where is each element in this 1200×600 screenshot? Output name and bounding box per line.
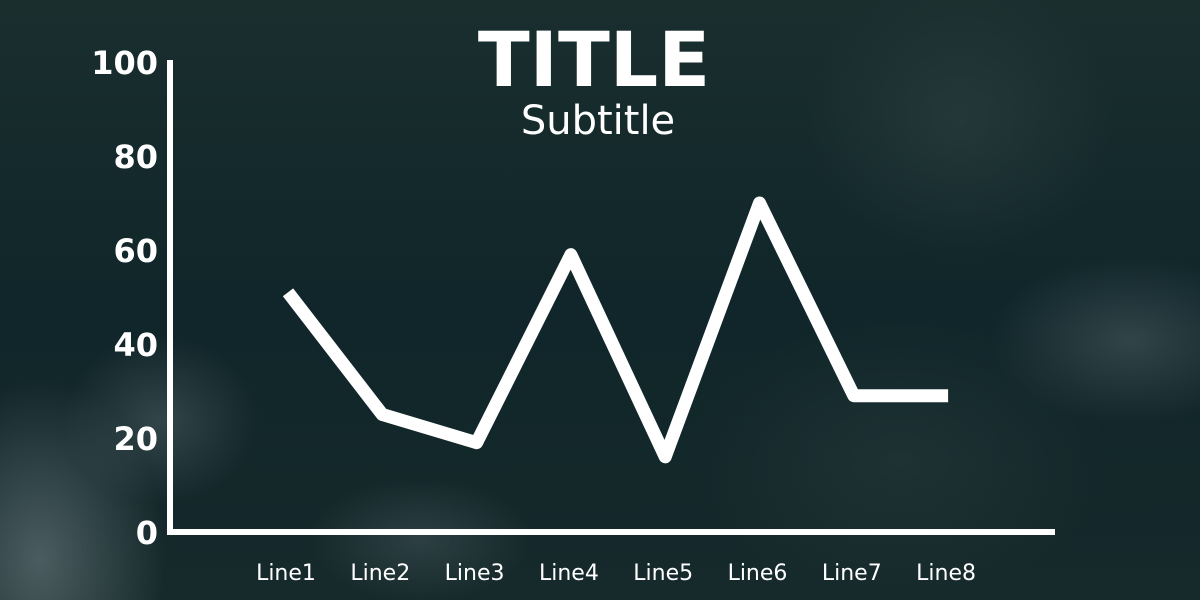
x-tick-label: Line5 <box>633 561 693 586</box>
y-tick-label: 100 <box>91 44 158 82</box>
x-tick-label: Line4 <box>539 561 599 586</box>
x-tick-label: Line8 <box>916 561 976 586</box>
y-tick-label: 40 <box>113 326 158 364</box>
x-tick-label: Line3 <box>445 561 505 586</box>
x-tick-label: Line1 <box>256 561 316 586</box>
line-chart: TITLE Subtitle 020406080100 Line1 Line2 Li… <box>91 15 1055 586</box>
y-tick-label: 0 <box>136 514 158 552</box>
chart-subtitle: Subtitle <box>521 98 675 144</box>
series-group <box>282 196 949 464</box>
x-axis-ticks: Line1 Line2 Line3 Line4 Line5 Line6 Line7 Line8 <box>256 561 976 586</box>
y-tick-label: 20 <box>113 420 158 458</box>
y-axis-ticks: 0 20 40 60 80 100 <box>91 44 158 552</box>
y-tick-label: 60 <box>113 232 158 270</box>
x-tick-label: Line6 <box>728 561 788 586</box>
series-line <box>282 196 949 464</box>
chart-title: TITLE <box>478 15 710 104</box>
y-tick-label: 80 <box>113 138 158 176</box>
x-tick-label: Line2 <box>350 561 410 586</box>
x-tick-label: Line7 <box>822 561 882 586</box>
